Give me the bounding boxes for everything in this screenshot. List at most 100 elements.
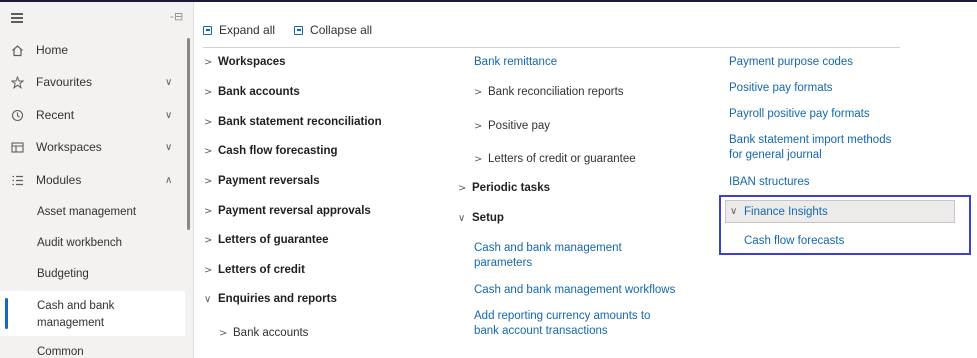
chevron-right-icon: > (219, 328, 228, 339)
group-label: Setup (472, 212, 504, 224)
chevron-down-icon: ∨ (165, 109, 173, 121)
group-payment-reversal-approvals[interactable]: > Payment reversal approvals (204, 204, 371, 219)
link-label: Bank statement import methods for genera… (729, 134, 892, 161)
chevron-right-icon: > (204, 146, 213, 157)
chevron-down-icon: ∨ (165, 76, 173, 88)
nav-item-label: Recent (36, 108, 75, 122)
link-label: Payment purpose codes (729, 56, 854, 68)
clock-icon (10, 108, 24, 122)
link-cash-and-bank-management-workflows[interactable]: Cash and bank management workflows (474, 283, 675, 298)
link-cash-flow-forecasts[interactable]: Cash flow forecasts (744, 234, 844, 249)
navigation-pane: -⊟ Home Favourites ∨ Recent ∨ Workspaces… (0, 2, 194, 358)
module-label: Asset management (37, 206, 137, 218)
subgroup-label: Letters of credit or guarantee (488, 153, 636, 165)
star-icon (10, 75, 24, 89)
module-budgeting[interactable]: Budgeting (0, 259, 185, 289)
chevron-right-icon: > (458, 183, 467, 194)
link-bank-statement-import-methods[interactable]: Bank statement import methods for genera… (729, 133, 907, 163)
subgroup-label: Bank accounts (233, 327, 309, 339)
module-label: Audit workbench (37, 237, 123, 249)
link-payment-purpose-codes[interactable]: Payment purpose codes (729, 55, 853, 70)
module-asset-management[interactable]: Asset management (0, 197, 185, 227)
collapse-all-button[interactable]: Collapse all (294, 23, 372, 37)
chevron-down-icon: ∨ (165, 141, 173, 153)
link-bank-remittance[interactable]: Bank remittance (474, 55, 557, 70)
group-finance-insights[interactable]: ∨ Finance Insights (725, 200, 955, 223)
nav-item-label: Modules (36, 173, 82, 187)
link-add-reporting-currency-amounts[interactable]: Add reporting currency amounts to bank a… (474, 309, 659, 339)
nav-item-modules[interactable]: Modules ∧ (0, 165, 185, 195)
link-label: Bank remittance (474, 56, 558, 68)
chevron-right-icon: > (204, 265, 213, 276)
group-label: Finance Insights (744, 205, 828, 218)
link-cash-and-bank-management-parameters[interactable]: Cash and bank management parameters (474, 241, 634, 271)
toolbar: Expand all Collapse all (203, 20, 391, 40)
group-label: Bank statement reconciliation (218, 116, 382, 128)
link-iban-structures[interactable]: IBAN structures (729, 175, 810, 190)
collapse-all-icon (294, 25, 304, 35)
group-bank-accounts[interactable]: > Bank accounts (204, 85, 300, 100)
group-letters-of-guarantee[interactable]: > Letters of guarantee (204, 233, 329, 248)
link-label: Positive pay formats (729, 82, 833, 94)
group-periodic-tasks[interactable]: > Periodic tasks (458, 181, 550, 196)
subgroup-bank-accounts[interactable]: > Bank accounts (219, 326, 308, 341)
chevron-right-icon: > (204, 117, 213, 128)
chevron-down-icon: ∨ (458, 213, 466, 224)
group-label: Cash flow forecasting (218, 145, 338, 157)
subgroup-bank-reconciliation-reports[interactable]: > Bank reconciliation reports (474, 85, 624, 100)
chevron-right-icon: > (474, 154, 483, 165)
group-cash-flow-forecasting[interactable]: > Cash flow forecasting (204, 144, 338, 159)
nav-item-label: Workspaces (36, 140, 102, 154)
nav-item-recent[interactable]: Recent ∨ (0, 100, 185, 130)
chevron-right-icon: > (204, 87, 213, 98)
workspaces-icon (10, 140, 24, 154)
hamburger-menu-icon[interactable] (11, 13, 23, 23)
group-label: Workspaces (218, 56, 286, 68)
group-setup[interactable]: ∨ Setup (458, 211, 504, 226)
group-bank-statement-reconciliation[interactable]: > Bank statement reconciliation (204, 115, 382, 130)
group-workspaces[interactable]: > Workspaces (204, 55, 286, 70)
toolbar-divider (203, 47, 900, 48)
expand-all-button[interactable]: Expand all (203, 23, 275, 37)
chevron-right-icon: > (204, 176, 213, 187)
link-positive-pay-formats[interactable]: Positive pay formats (729, 81, 833, 96)
nav-item-favourites[interactable]: Favourites ∨ (0, 67, 185, 97)
module-label: Budgeting (37, 268, 89, 280)
nav-item-home[interactable]: Home (0, 35, 185, 65)
chevron-down-icon: ∨ (730, 206, 738, 217)
link-label: Payroll positive pay formats (729, 108, 870, 120)
nav-item-label: Home (36, 43, 69, 57)
group-label: Letters of credit (218, 264, 305, 276)
sidebar-scrollbar[interactable] (187, 38, 190, 230)
module-cash-and-bank-management[interactable]: Cash and bank management (0, 291, 185, 336)
nav-header: -⊟ (0, 2, 193, 32)
module-audit-workbench[interactable]: Audit workbench (0, 228, 185, 258)
chevron-right-icon: > (474, 87, 483, 98)
nav-item-label: Favourites (36, 75, 93, 89)
link-label: Cash and bank management parameters (474, 242, 622, 269)
subgroup-letters-of-credit-or-guarantee[interactable]: > Letters of credit or guarantee (474, 152, 636, 167)
module-label: Common (37, 346, 84, 358)
group-letters-of-credit[interactable]: > Letters of credit (204, 263, 305, 278)
module-common[interactable]: Common (0, 338, 185, 358)
link-label: Cash and bank management workflows (474, 284, 676, 296)
chevron-down-icon: ∨ (204, 294, 212, 305)
link-payroll-positive-pay-formats[interactable]: Payroll positive pay formats (729, 107, 870, 122)
subgroup-label: Positive pay (488, 120, 551, 132)
chevron-up-icon: ∧ (165, 174, 173, 186)
subgroup-positive-pay[interactable]: > Positive pay (474, 119, 550, 134)
group-label: Payment reversal approvals (218, 205, 371, 217)
link-label: Add reporting currency amounts to bank a… (474, 310, 651, 337)
nav-item-workspaces[interactable]: Workspaces ∨ (0, 132, 185, 162)
module-label: Cash and bank management (37, 300, 115, 329)
expand-all-label: Expand all (219, 23, 276, 37)
pin-icon[interactable]: -⊟ (170, 10, 183, 23)
expand-all-icon (203, 25, 212, 35)
group-payment-reversals[interactable]: > Payment reversals (204, 174, 320, 189)
group-label: Periodic tasks (472, 182, 550, 194)
subgroup-label: Bank reconciliation reports (488, 86, 624, 98)
link-label: Cash flow forecasts (744, 235, 845, 247)
chevron-right-icon: > (474, 121, 483, 132)
chevron-right-icon: > (204, 57, 213, 68)
group-enquiries-and-reports[interactable]: ∨ Enquiries and reports (204, 292, 337, 307)
